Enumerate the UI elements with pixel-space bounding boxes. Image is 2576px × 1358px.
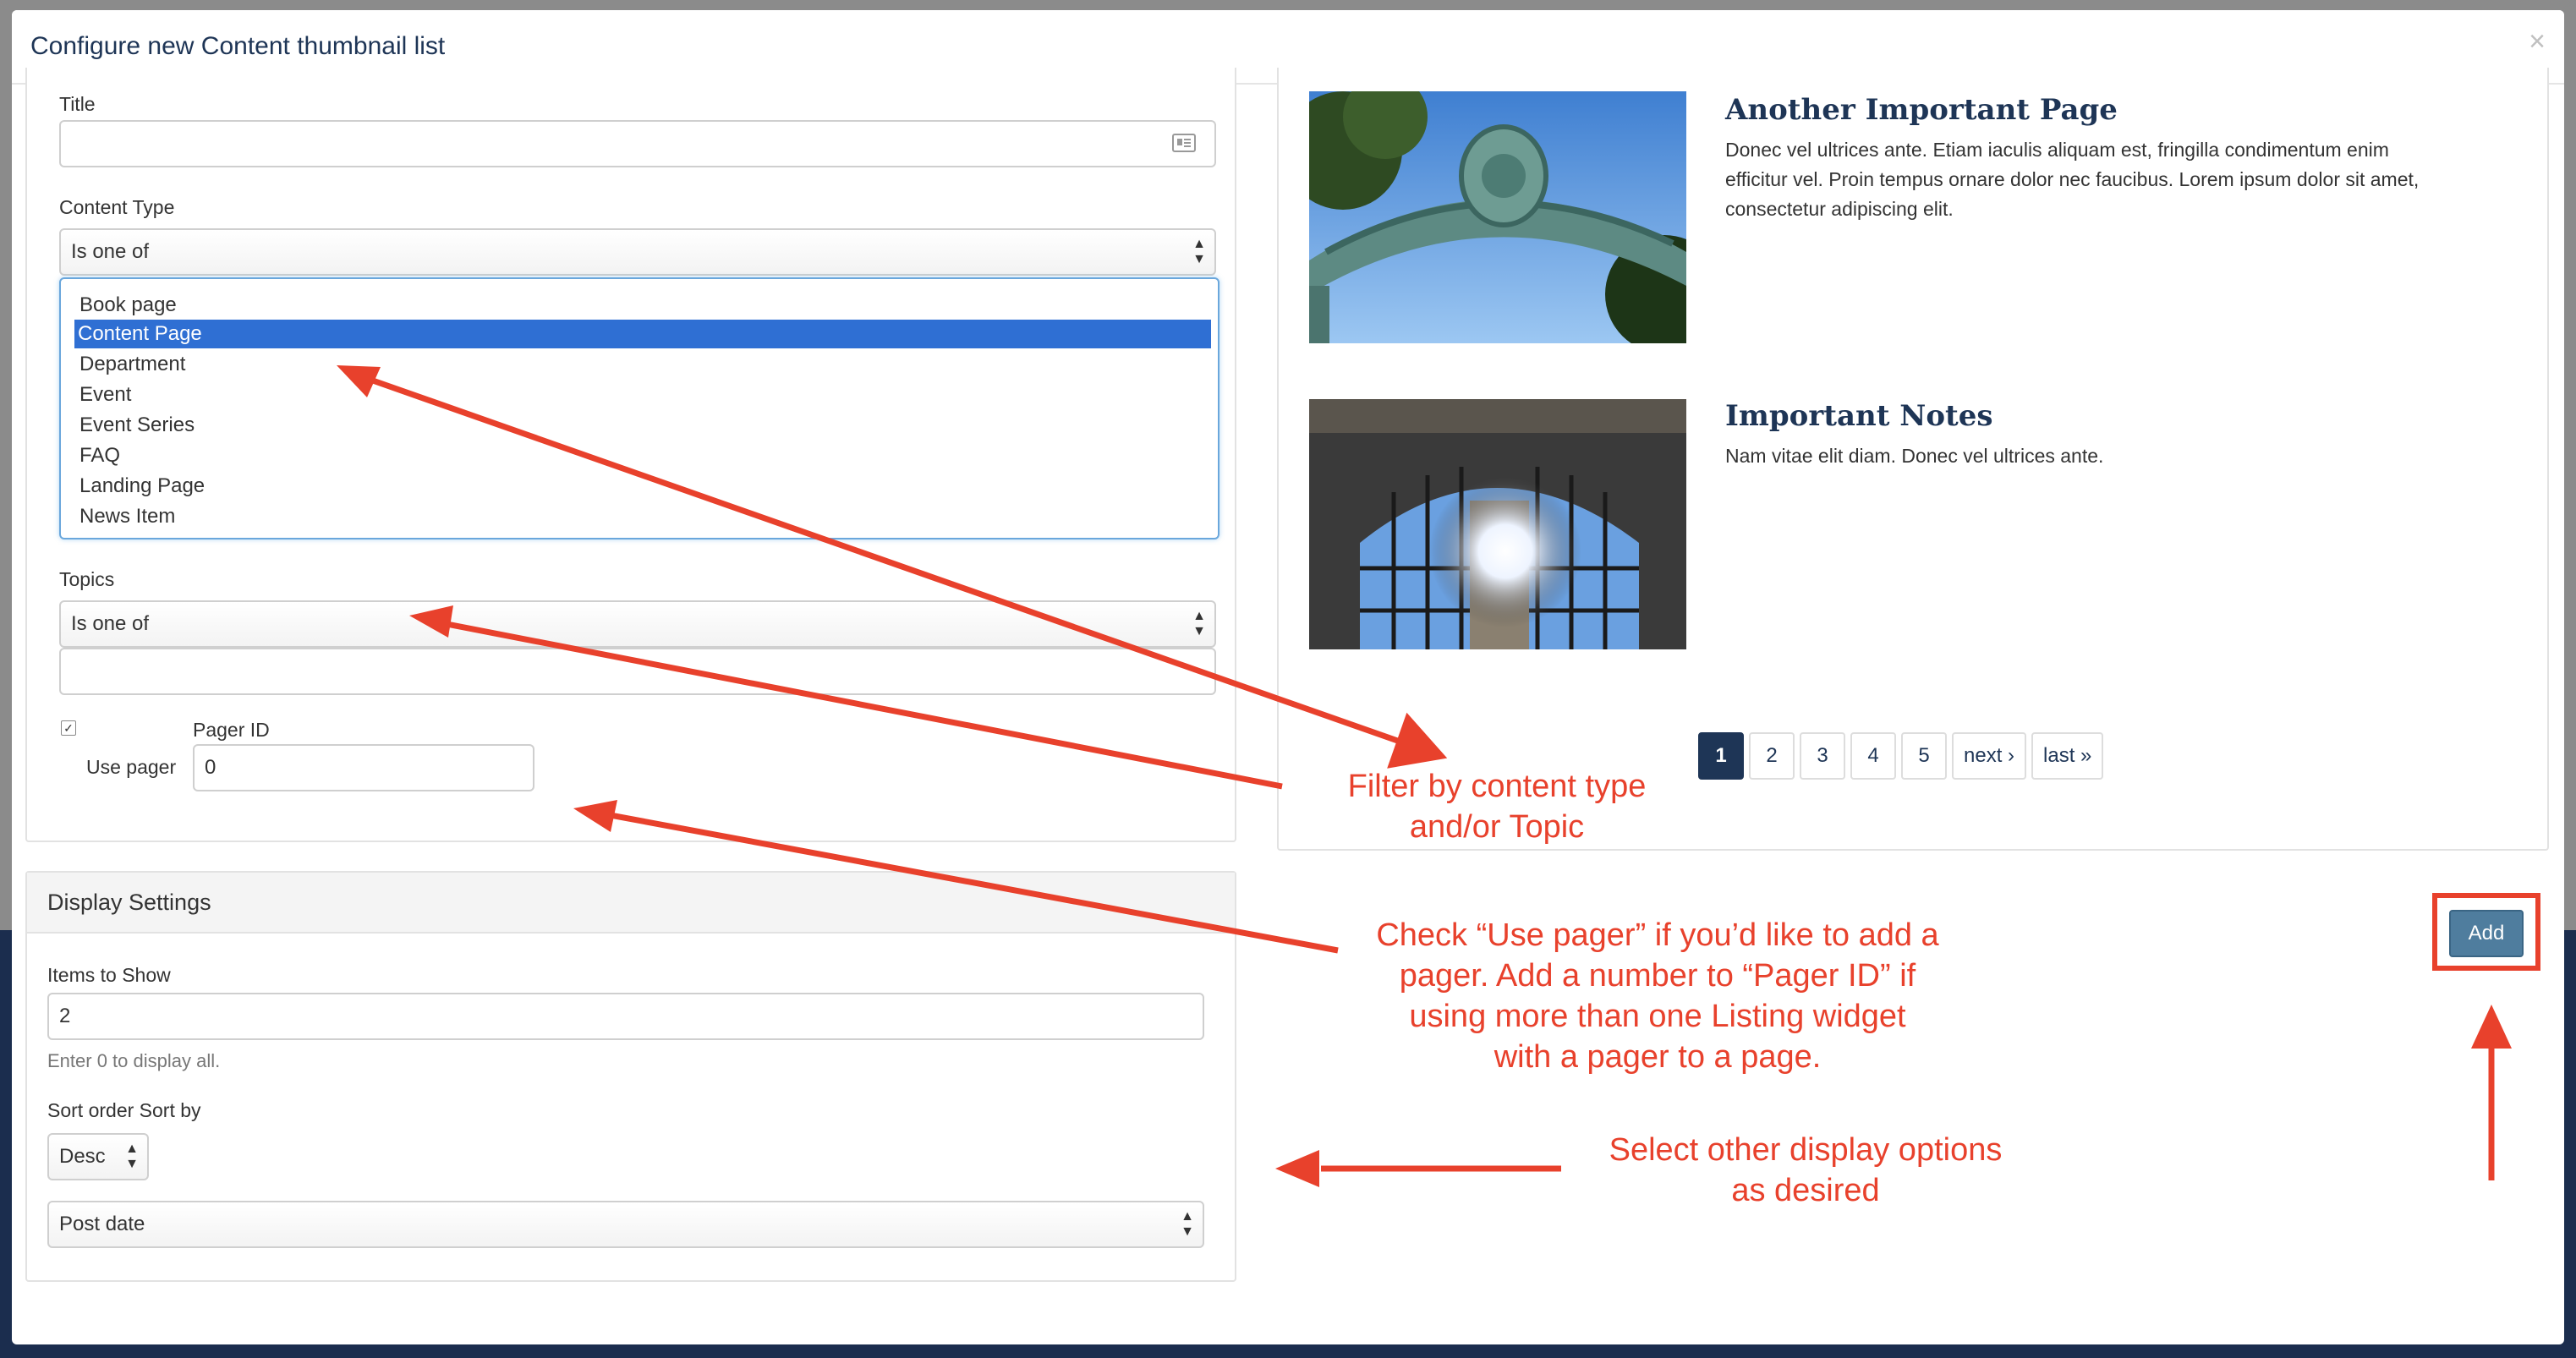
annotation-pager: Check “Use pager” if you’d like to add a… (1336, 915, 1979, 1077)
arrowhead-icon (573, 800, 617, 832)
annotation-display: Select other display options as desired (1573, 1130, 2038, 1211)
arrowhead-icon (1275, 1150, 1319, 1187)
annotation-filter: Filter by content type and/or Topic (1319, 766, 1674, 847)
arrow-to-pager-id (591, 808, 1339, 954)
arrowhead-icon (337, 365, 381, 397)
annotation-line: Select other display options (1609, 1132, 2003, 1168)
annotation-line: as desired (1731, 1173, 1880, 1208)
arrow-to-topics (429, 617, 1283, 790)
arrowhead-icon (409, 605, 453, 638)
annotation-line: using more than one Listing widget (1409, 999, 1906, 1034)
annotation-arrows (337, 365, 2512, 1187)
annotation-line: Check “Use pager” if you’d like to add a (1376, 917, 1939, 953)
annotation-line: with a pager to a page. (1494, 1039, 1822, 1075)
arrowhead-icon (2471, 1005, 2512, 1049)
arrow-to-content-type (352, 370, 1448, 769)
annotation-line: pager. Add a number to “Pager ID” if (1399, 958, 1916, 994)
annotation-line: Filter by content type (1347, 769, 1647, 804)
annotation-line: and/or Topic (1409, 809, 1585, 845)
